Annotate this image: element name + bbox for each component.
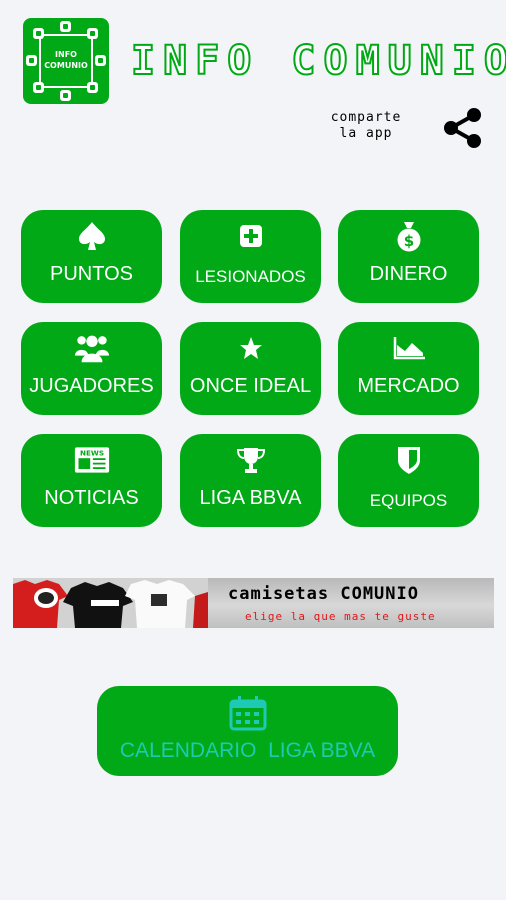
banner-subtitle: elige la que mas te guste [245,610,436,623]
menu-label: PUNTOS [50,263,133,285]
svg-text:NEWS: NEWS [79,449,103,458]
menu-label: DINERO [369,263,448,285]
spade-icon [74,220,110,252]
logo-square [33,82,44,93]
menu-button-dinero[interactable]: $ DINERO [338,210,479,303]
share-icon[interactable] [441,106,485,150]
menu-label: ONCE IDEAL [189,375,312,397]
banner-title: camisetas COMUNIO [228,584,419,604]
trophy-icon [233,444,269,476]
menu-label: MERCADO [357,375,460,397]
svg-text:$: $ [403,232,413,250]
medical-cross-icon [233,220,269,252]
menu-button-liga-bbva[interactable]: LIGA BBVA [180,434,321,527]
shield-icon [391,444,427,476]
logo-square [87,28,98,39]
menu-label: JUGADORES [29,375,154,397]
logo-text-line2: COMUNIO [44,61,88,70]
money-bag-icon: $ [391,220,427,252]
menu-label: NOTICIAS [44,487,139,509]
logo-square [33,28,44,39]
menu-button-equipos[interactable]: EQUIPOS [338,434,479,527]
menu-button-once-ideal[interactable]: ONCE IDEAL [180,322,321,415]
newspaper-icon: NEWS [74,444,110,476]
share-label-line1: comparte [330,110,402,125]
menu-label: LESIONADOS [195,267,306,286]
logo-square [87,82,98,93]
share-label-line2: la app [339,126,393,141]
calendar-label: CALENDARIO LIGA BBVA [119,739,376,762]
menu-button-lesionados[interactable]: LESIONADOS [180,210,321,303]
users-icon [74,332,110,364]
menu-button-mercado[interactable]: MERCADO [338,322,479,415]
tshirts-image [13,578,208,628]
calendar-icon [229,696,266,731]
area-chart-icon [391,332,427,364]
menu-button-puntos[interactable]: PUNTOS [21,210,162,303]
menu-label: LIGA BBVA [199,487,302,509]
star-icon [233,332,269,364]
menu-label: EQUIPOS [369,491,448,510]
menu-button-jugadores[interactable]: JUGADORES [21,322,162,415]
menu-button-noticias[interactable]: NEWS NOTICIAS [21,434,162,527]
shirts-banner-ad[interactable]: camisetas COMUNIO elige la que mas te gu… [13,578,494,628]
logo-square [60,90,71,101]
share-label[interactable]: comparte la app [310,110,422,142]
calendar-liga-button[interactable]: CALENDARIO LIGA BBVA [97,686,398,776]
app-logo: INFO COMUNIO [23,18,109,104]
logo-text-line1: INFO [55,50,77,59]
app-title: INFO COMUNIO [130,37,506,85]
logo-square [60,21,71,32]
